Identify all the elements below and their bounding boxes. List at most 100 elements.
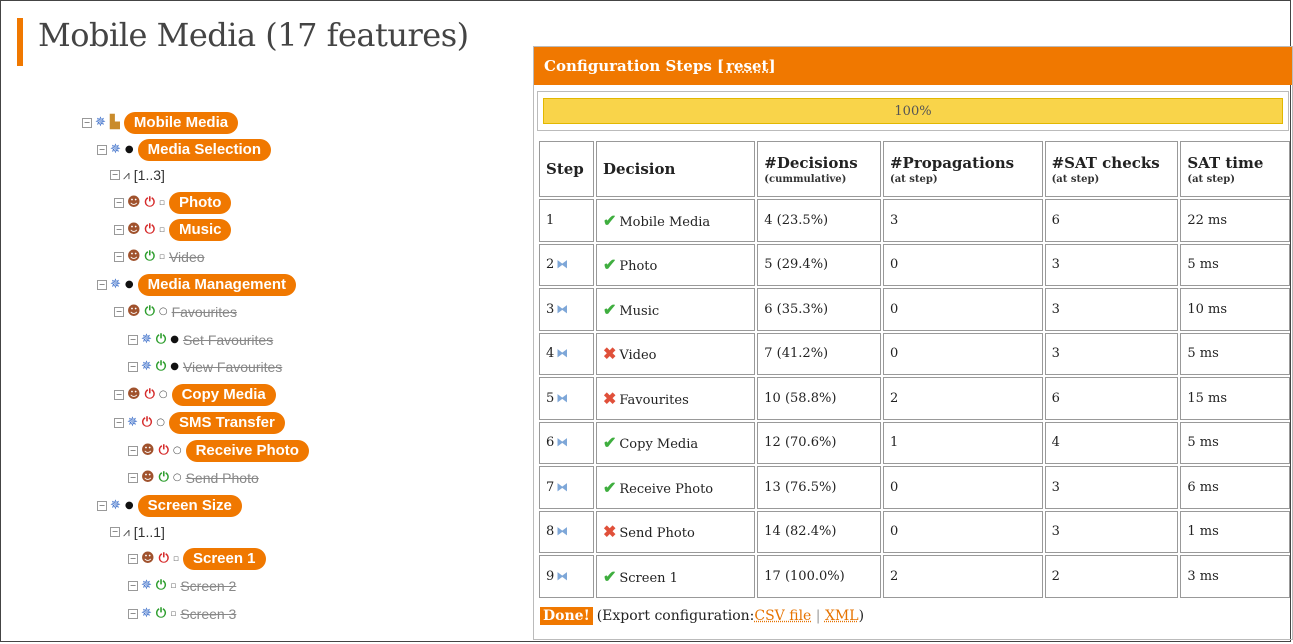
feature-label[interactable]: Video (169, 249, 205, 265)
or-group-icon: ⩘ (123, 168, 130, 182)
collapse-toggle-icon[interactable]: − (114, 390, 124, 400)
cell-sat-checks: 3 (1044, 288, 1179, 331)
cell-sat-time: 15 ms (1180, 377, 1290, 420)
cell-sat-checks: 3 (1044, 243, 1179, 286)
power-green-icon: ⏻ (155, 332, 167, 347)
feature-label[interactable]: Screen 2 (180, 578, 236, 594)
feature-label[interactable]: Favourites (172, 304, 237, 320)
cell-propagations: 2 (882, 377, 1043, 420)
undo-flag-icon[interactable]: ⧓ (556, 524, 568, 538)
collapse-toggle-icon[interactable]: − (128, 362, 138, 372)
tree-node-group-range: − ⩘ [1..3] (110, 163, 165, 187)
undo-flag-icon[interactable]: ⧓ (556, 257, 568, 271)
cell-decision: ✔ Copy Media (595, 421, 756, 464)
feature-label[interactable]: Mobile Media (123, 112, 239, 134)
feature-label[interactable]: View Favourites (183, 359, 282, 375)
cell-sat-checks: 6 (1044, 199, 1179, 242)
cell-propagations: 0 (882, 288, 1043, 331)
collapse-toggle-icon[interactable]: − (97, 501, 107, 511)
cell-decisions: 14 (82.4%) (757, 510, 881, 553)
undo-flag-icon[interactable]: ⧓ (556, 391, 568, 405)
progress-label: 100% (894, 103, 932, 119)
tree-node-favourites: − ☻ ⏻ ○ Favourites (114, 300, 237, 324)
cell-sat-time: 10 ms (1180, 288, 1290, 331)
cell-decisions: 7 (41.2%) (757, 332, 881, 375)
collapse-toggle-icon[interactable]: − (128, 581, 138, 591)
group-cardinality: [1..1] (133, 524, 165, 540)
xml-export-link[interactable]: XML (825, 608, 859, 624)
gear-icon: ✵ (110, 498, 121, 513)
cell-decision: ✖ Video (595, 332, 756, 375)
tree-node-group-range: − ⩘ [1..1] (110, 520, 165, 544)
cell-propagations: 3 (882, 199, 1043, 242)
cell-decisions: 17 (100.0%) (757, 555, 881, 598)
feature-label[interactable]: SMS Transfer (168, 412, 285, 434)
check-icon: ✔ (602, 566, 617, 586)
feature-label[interactable]: Receive Photo (185, 440, 309, 462)
column-header-propagations: #Propagations (at step) (882, 141, 1043, 197)
reset-link[interactable]: reset (726, 57, 768, 75)
cell-decisions: 6 (35.3%) (757, 288, 881, 331)
feature-label[interactable]: Screen 3 (180, 606, 236, 622)
panel-footer: Done! (Export configuration: CSV file | … (540, 607, 864, 625)
cell-decisions: 13 (76.5%) (757, 466, 881, 509)
collapse-toggle-icon[interactable]: − (128, 554, 138, 564)
column-header-sat-time: SAT time (at step) (1180, 141, 1290, 197)
collapse-toggle-icon[interactable]: − (97, 280, 107, 290)
collapse-toggle-icon[interactable]: − (114, 225, 124, 235)
collapse-toggle-icon[interactable]: − (128, 609, 138, 619)
user-icon: ☻ (127, 195, 141, 210)
collapse-toggle-icon[interactable]: − (114, 418, 124, 428)
tree-node-screen-1: − ☻ ⏻ ▫ Screen 1 (128, 547, 266, 571)
check-icon: ✔ (602, 210, 617, 230)
feature-label[interactable]: Music (168, 219, 232, 241)
group-cardinality: [1..3] (133, 167, 165, 183)
feature-label[interactable]: Send Photo (186, 470, 259, 486)
user-icon: ☻ (141, 470, 155, 485)
feature-label[interactable]: Copy Media (171, 384, 276, 406)
undo-flag-icon[interactable]: ⧓ (556, 569, 568, 583)
collapse-toggle-icon[interactable]: − (128, 473, 138, 483)
collapse-toggle-icon[interactable]: − (114, 198, 124, 208)
feature-label[interactable]: Media Selection (137, 139, 272, 161)
cell-step: 2 ⧓ (539, 243, 594, 286)
optional-ring-icon: ○ (158, 389, 168, 400)
gear-icon: ✵ (141, 578, 152, 593)
collapse-toggle-icon[interactable]: − (82, 118, 92, 128)
feature-label[interactable]: Screen 1 (182, 548, 266, 570)
cell-sat-checks: 3 (1044, 466, 1179, 509)
title-accent-bar (17, 18, 23, 66)
undo-flag-icon[interactable]: ⧓ (556, 302, 568, 316)
csv-export-link[interactable]: CSV file (754, 608, 811, 624)
table-row: 6 ⧓ ✔ Copy Media 12 (70.6%) 1 4 5 ms (539, 421, 1290, 464)
feature-label[interactable]: Media Management (137, 274, 297, 296)
feature-label[interactable]: Photo (168, 192, 232, 214)
configuration-steps-panel: Configuration Steps [reset] 100% Step De… (533, 46, 1293, 640)
cell-propagations: 1 (882, 421, 1043, 464)
cell-sat-checks: 3 (1044, 332, 1179, 375)
collapse-toggle-icon[interactable]: − (128, 446, 138, 456)
cross-icon: ✖ (602, 388, 617, 408)
collapse-toggle-icon[interactable]: − (114, 307, 124, 317)
undo-flag-icon[interactable]: ⧓ (556, 346, 568, 360)
user-icon: ☻ (127, 249, 141, 264)
undo-flag-icon[interactable]: ⧓ (556, 435, 568, 449)
cell-step: 7 ⧓ (539, 466, 594, 509)
feature-label[interactable]: Screen Size (137, 495, 242, 517)
collapse-toggle-icon[interactable]: − (114, 252, 124, 262)
collapse-toggle-icon[interactable]: − (110, 170, 120, 180)
grouped-square-icon: ▫ (158, 225, 165, 235)
power-green-icon: ⏻ (155, 606, 167, 621)
collapse-toggle-icon[interactable]: − (97, 145, 107, 155)
check-icon: ✔ (602, 299, 617, 319)
optional-ring-icon: ○ (172, 445, 182, 456)
collapse-toggle-icon[interactable]: − (110, 527, 120, 537)
feature-label[interactable]: Set Favourites (183, 332, 273, 348)
tree-node-set-favourites: − ✵ ⏻ ● Set Favourites (128, 328, 273, 352)
cell-sat-time: 6 ms (1180, 466, 1290, 509)
collapse-toggle-icon[interactable]: − (128, 335, 138, 345)
user-icon: ☻ (127, 304, 141, 319)
cell-propagations: 0 (882, 332, 1043, 375)
power-red-icon: ⏻ (158, 443, 169, 458)
undo-flag-icon[interactable]: ⧓ (556, 480, 568, 494)
